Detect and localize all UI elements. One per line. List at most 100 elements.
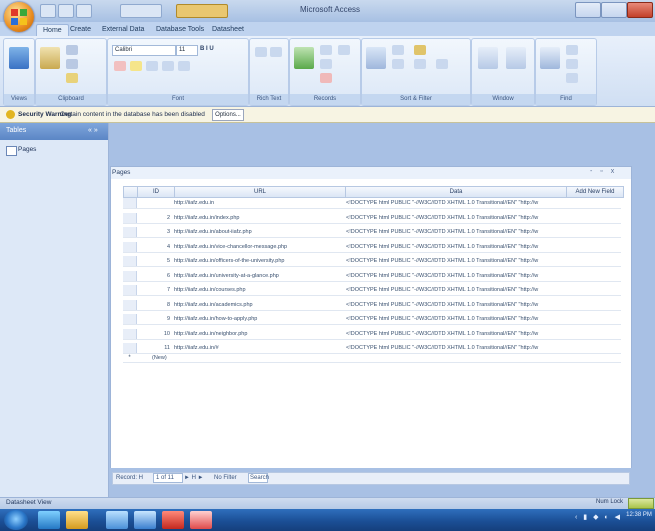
new-record-row[interactable] — [123, 352, 621, 363]
font-name-select[interactable]: Calibri — [112, 45, 176, 56]
record-selector[interactable] — [123, 314, 137, 324]
cell-id[interactable]: 3 — [140, 227, 170, 237]
totals-icon[interactable] — [338, 45, 350, 55]
nav-pane-collapse-button[interactable]: « » — [88, 127, 98, 134]
cell-url[interactable]: http://iiafz.edu.in/courses.php — [174, 285, 344, 295]
sort-ascending-icon[interactable] — [392, 45, 404, 55]
cell-data[interactable]: <!DOCTYPE html PUBLIC "-//W3C//DTD XHTML… — [346, 271, 574, 281]
record-selector[interactable] — [123, 285, 137, 295]
undo-icon[interactable] — [58, 4, 74, 18]
cell-data[interactable]: <!DOCTYPE html PUBLIC "-//W3C//DTD XHTML… — [346, 256, 574, 266]
column-header-id[interactable]: ID — [137, 186, 175, 198]
view-icon[interactable] — [9, 47, 29, 69]
save-record-icon[interactable] — [320, 59, 332, 69]
filter-icon[interactable] — [366, 47, 386, 69]
column-header-url[interactable]: URL — [174, 186, 346, 198]
selection-filter-icon[interactable] — [414, 45, 426, 55]
tab-datasheet[interactable]: Datasheet — [206, 24, 250, 35]
access-icon[interactable] — [162, 511, 184, 529]
record-selector[interactable] — [123, 227, 137, 237]
cell-data[interactable]: <!DOCTYPE html PUBLIC "-//W3C//DTD XHTML… — [346, 314, 574, 324]
record-position-input[interactable]: 1 of 11 — [153, 473, 183, 483]
clock[interactable]: 12:38 PM — [626, 511, 652, 519]
copy-icon[interactable] — [66, 59, 78, 69]
table-tools-context-tab[interactable] — [176, 4, 228, 18]
record-selector[interactable] — [123, 242, 137, 252]
select-icon[interactable] — [566, 73, 578, 83]
cell-url[interactable]: http://iiafz.edu.in/about-iiafz.php — [174, 227, 344, 237]
cell-id[interactable] — [140, 198, 170, 208]
minimize-button[interactable] — [575, 2, 601, 18]
find-icon[interactable] — [540, 47, 560, 69]
bold-italic-underline[interactable]: B I U — [200, 46, 214, 52]
cell-id[interactable]: 10 — [140, 329, 170, 339]
record-selector[interactable] — [123, 329, 137, 339]
cell-data[interactable]: <!DOCTYPE html PUBLIC "-//W3C//DTD XHTML… — [346, 285, 574, 295]
start-button[interactable] — [4, 510, 28, 530]
gridlines-icon[interactable] — [178, 61, 190, 71]
paste-icon[interactable] — [40, 47, 60, 69]
sort-descending-icon[interactable] — [392, 59, 404, 69]
office-button[interactable] — [4, 2, 34, 32]
cell-url[interactable]: http://iiafz.edu.in/neighbor.php — [174, 329, 344, 339]
bullets-icon[interactable] — [255, 47, 267, 57]
record-selector[interactable] — [123, 300, 137, 310]
cell-id[interactable]: 4 — [140, 242, 170, 252]
redo-icon[interactable] — [76, 4, 92, 18]
document-tab-pages[interactable]: Pages — [112, 167, 142, 178]
cell-url[interactable]: http://iiafz.edu.in/how-to-apply.php — [174, 314, 344, 324]
cell-id[interactable]: 9 — [140, 314, 170, 324]
numbering-icon[interactable] — [270, 47, 282, 57]
switch-windows-icon[interactable] — [506, 47, 526, 69]
media-icon[interactable] — [106, 511, 128, 529]
tab-create[interactable]: Create — [64, 24, 97, 35]
cell-id[interactable]: 8 — [140, 300, 170, 310]
record-search-input[interactable]: Search — [248, 473, 269, 483]
cell-url[interactable]: http://iiafz.edu.in — [174, 198, 344, 208]
close-button[interactable] — [627, 2, 653, 18]
document-window-controls[interactable]: - ▫ x — [590, 168, 617, 175]
cell-id[interactable]: 7 — [140, 285, 170, 295]
toggle-filter-icon[interactable] — [436, 59, 448, 69]
ie-icon[interactable] — [38, 511, 60, 529]
tab-database-tools[interactable]: Database Tools — [150, 24, 210, 35]
replace-icon[interactable] — [566, 45, 578, 55]
filter-indicator[interactable]: No Filter — [214, 474, 237, 482]
save-icon[interactable] — [40, 4, 56, 18]
cut-icon[interactable] — [66, 45, 78, 55]
record-selector[interactable] — [123, 256, 137, 266]
column-header-data[interactable]: Data — [345, 186, 567, 198]
word-icon[interactable] — [134, 511, 156, 529]
cell-url[interactable]: http://iiafz.edu.in/academics.php — [174, 300, 344, 310]
cell-url[interactable]: http://iiafz.edu.in/university-at-a-glan… — [174, 271, 344, 281]
format-painter-icon[interactable] — [66, 73, 78, 83]
advanced-filter-icon[interactable] — [414, 59, 426, 69]
align-center-icon[interactable] — [162, 61, 174, 71]
system-tray-icons[interactable]: ‹ ▮ ◆ ◐ ◀ — [575, 513, 622, 521]
new-record-icon[interactable] — [320, 45, 332, 55]
goto-icon[interactable] — [566, 59, 578, 69]
paint-icon[interactable] — [190, 511, 212, 529]
record-selector[interactable] — [123, 271, 137, 281]
cell-url[interactable]: http://iiafz.edu.in/officers-of-the-univ… — [174, 256, 344, 266]
record-nav-arrows[interactable]: ► H ► — [184, 474, 204, 482]
cell-data[interactable]: <!DOCTYPE html PUBLIC "-//W3C//DTD XHTML… — [346, 329, 574, 339]
cell-data[interactable]: <!DOCTYPE html PUBLIC "-//W3C//DTD XHTML… — [346, 198, 574, 208]
cell-id[interactable]: 5 — [140, 256, 170, 266]
quick-access-customize[interactable] — [120, 4, 162, 18]
cell-id[interactable]: 6 — [140, 271, 170, 281]
maximize-button[interactable] — [601, 2, 627, 18]
explorer-icon[interactable] — [66, 511, 88, 529]
cell-id[interactable]: 2 — [140, 213, 170, 223]
cell-url[interactable]: http://iiafz.edu.in/index.php — [174, 213, 344, 223]
options-button[interactable]: Options... — [212, 109, 244, 121]
view-switcher[interactable] — [628, 498, 654, 509]
record-selector[interactable] — [123, 213, 137, 223]
cell-data[interactable]: <!DOCTYPE html PUBLIC "-//W3C//DTD XHTML… — [346, 300, 574, 310]
size-to-fit-icon[interactable] — [478, 47, 498, 69]
cell-data[interactable]: <!DOCTYPE html PUBLIC "-//W3C//DTD XHTML… — [346, 242, 574, 252]
align-left-icon[interactable] — [146, 61, 158, 71]
cell-url[interactable]: http://iiafz.edu.in/vice-chancellor-mess… — [174, 242, 344, 252]
highlight-icon[interactable] — [130, 61, 142, 71]
cell-data[interactable]: <!DOCTYPE html PUBLIC "-//W3C//DTD XHTML… — [346, 213, 574, 223]
